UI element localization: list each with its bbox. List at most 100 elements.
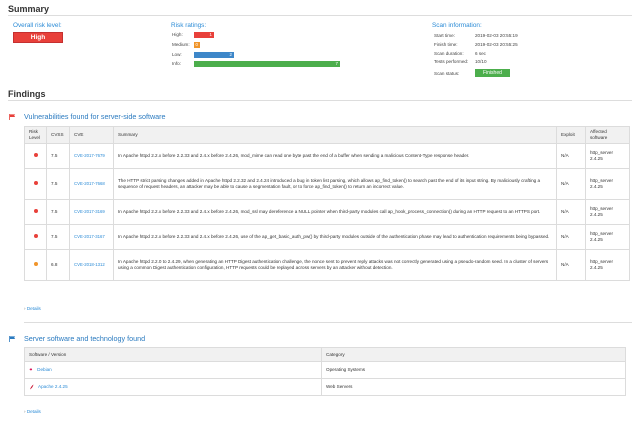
table-header-row: Risk Level CVSS CVE Summary Exploit Affe… — [24, 126, 630, 144]
risk-cell — [24, 249, 47, 281]
scan-key: Scan duration: — [434, 51, 464, 56]
col-affected: Affected software — [585, 126, 630, 144]
scan-key: Scan status: — [434, 70, 460, 76]
details-label: Details — [26, 306, 41, 311]
blue-flag-icon — [9, 335, 16, 342]
affected-cell: http_server 2.4.25 — [585, 249, 630, 281]
vuln-divider — [24, 322, 632, 323]
col-software: Software / Version — [24, 347, 322, 362]
debian-icon: ⚭ — [29, 366, 33, 372]
scan-value: 6 sec — [475, 51, 486, 56]
details-label: Details — [26, 409, 41, 414]
red-flag-icon — [9, 113, 16, 120]
risk-dot-high — [33, 208, 38, 213]
exploit-cell: N/A — [556, 143, 586, 169]
risk-ratings-label: Risk ratings: — [171, 22, 207, 29]
scan-status-badge: Finished — [475, 69, 510, 77]
risk-row-label: Info: — [172, 61, 181, 66]
risk-bar-info: 7 — [194, 60, 340, 67]
risk-dot-high — [33, 233, 38, 238]
scan-info-label: Scan information: — [432, 22, 482, 29]
table-row: 7.5 CVE-2017-7679 In Apache httpd 2.2.x … — [24, 143, 630, 169]
cvss-cell: 7.5 — [46, 224, 70, 250]
table-row: 6.8 CVE-2018-1312 In Apache httpd 2.2.0 … — [24, 249, 630, 281]
summary-cell: In Apache httpd 2.2.0 to 2.4.29, when ge… — [113, 249, 557, 281]
col-cve: CVE — [69, 126, 114, 144]
scan-key: Start time: — [434, 33, 455, 38]
category-cell: Operating Systems — [321, 361, 626, 379]
scan-key: Tests performed: — [434, 59, 469, 64]
scan-row-tests: Tests performed: 10/10 — [434, 59, 487, 64]
software-link[interactable]: Apache 2.4.25 — [38, 384, 68, 389]
cvss-cell: 7.5 — [46, 143, 70, 169]
findings-divider — [8, 100, 632, 101]
vuln-section-title: Vulnerabilities found for server-side so… — [24, 112, 166, 121]
scan-key: Finish time: — [434, 42, 458, 47]
scan-row-finish: Finish time: 2019-02-03 20:55:25 — [434, 42, 518, 47]
cve-link[interactable]: CVE-2018-1312 — [69, 249, 114, 281]
risk-dot-high — [33, 180, 38, 185]
chevron-right-icon: › — [24, 409, 26, 414]
software-cell: ⚭ Debian — [24, 361, 322, 379]
scan-row-start: Start time: 2019-02-03 20:55:19 — [434, 33, 518, 38]
table-row: Apache 2.4.25 Web Servers — [24, 378, 626, 396]
risk-row-label: Low: — [172, 52, 182, 57]
summary-divider — [8, 15, 632, 16]
risk-row-label: High: — [172, 32, 183, 37]
summary-title: Summary — [8, 4, 50, 14]
risk-row-low: Low: 2 — [172, 51, 234, 58]
sw-section-title: Server software and technology found — [24, 334, 146, 343]
risk-dot-high — [33, 152, 38, 157]
table-row: 7.5 CVE-2017-3169 In Apache httpd 2.2.x … — [24, 199, 630, 225]
cve-link[interactable]: CVE-2017-7668 — [69, 168, 114, 200]
cvss-cell: 6.8 — [46, 249, 70, 281]
software-link[interactable]: Debian — [37, 367, 52, 372]
affected-cell: http_server 2.4.25 — [585, 224, 630, 250]
col-summary: Summary — [113, 126, 557, 144]
cvss-cell: 7.5 — [46, 168, 70, 200]
cvss-cell: 7.5 — [46, 199, 70, 225]
affected-cell: http_server 2.4.25 — [585, 168, 630, 200]
risk-cell — [24, 143, 47, 169]
risk-bar-low: 2 — [194, 51, 234, 58]
sw-details-link[interactable]: › Details — [24, 409, 41, 414]
risk-cell — [24, 168, 47, 200]
scan-value: 10/10 — [475, 59, 487, 64]
risk-bar-medium: 0 — [194, 41, 200, 48]
risk-cell — [24, 199, 47, 225]
apache-feather-icon — [30, 384, 34, 390]
col-cvss: CVSS — [46, 126, 70, 144]
cve-link[interactable]: CVE-2017-7679 — [69, 143, 114, 169]
scan-value: 2019-02-03 20:55:19 — [475, 33, 518, 38]
software-table: Software / Version Category ⚭ Debian Ope… — [24, 347, 626, 396]
risk-row-info: Info: 7 — [172, 60, 340, 67]
scan-row-status: Scan status: Finished — [434, 69, 510, 77]
table-header-row: Software / Version Category — [24, 347, 626, 362]
col-risk-level: Risk Level — [24, 126, 47, 144]
chevron-right-icon: › — [24, 306, 26, 311]
overall-risk-badge: High — [13, 32, 63, 43]
exploit-cell: N/A — [556, 249, 586, 281]
findings-title: Findings — [8, 89, 46, 99]
sw-section-header[interactable]: Server software and technology found — [9, 334, 145, 343]
vuln-section-header[interactable]: Vulnerabilities found for server-side so… — [9, 112, 166, 121]
scan-value: 2019-02-03 20:55:25 — [475, 42, 518, 47]
cve-link[interactable]: CVE-2017-3167 — [69, 224, 114, 250]
category-cell: Web Servers — [321, 378, 626, 396]
software-cell: Apache 2.4.25 — [24, 378, 322, 396]
summary-cell: In Apache httpd 2.2.x before 2.2.33 and … — [113, 143, 557, 169]
vuln-details-link[interactable]: › Details — [24, 306, 41, 311]
exploit-cell: N/A — [556, 168, 586, 200]
scan-row-duration: Scan duration: 6 sec — [434, 51, 486, 56]
col-category: Category — [321, 347, 626, 362]
summary-cell: In Apache httpd 2.2.x before 2.2.33 and … — [113, 224, 557, 250]
cve-link[interactable]: CVE-2017-3169 — [69, 199, 114, 225]
overall-risk-label: Overall risk level: — [13, 22, 62, 29]
table-row: ⚭ Debian Operating Systems — [24, 361, 626, 379]
vulnerabilities-table: Risk Level CVSS CVE Summary Exploit Affe… — [24, 126, 630, 281]
risk-row-medium: Medium: 0 — [172, 41, 200, 48]
risk-dot-medium — [33, 261, 38, 266]
exploit-cell: N/A — [556, 224, 586, 250]
table-row: 7.5 CVE-2017-7668 The HTTP strict parsin… — [24, 168, 630, 200]
exploit-cell: N/A — [556, 199, 586, 225]
